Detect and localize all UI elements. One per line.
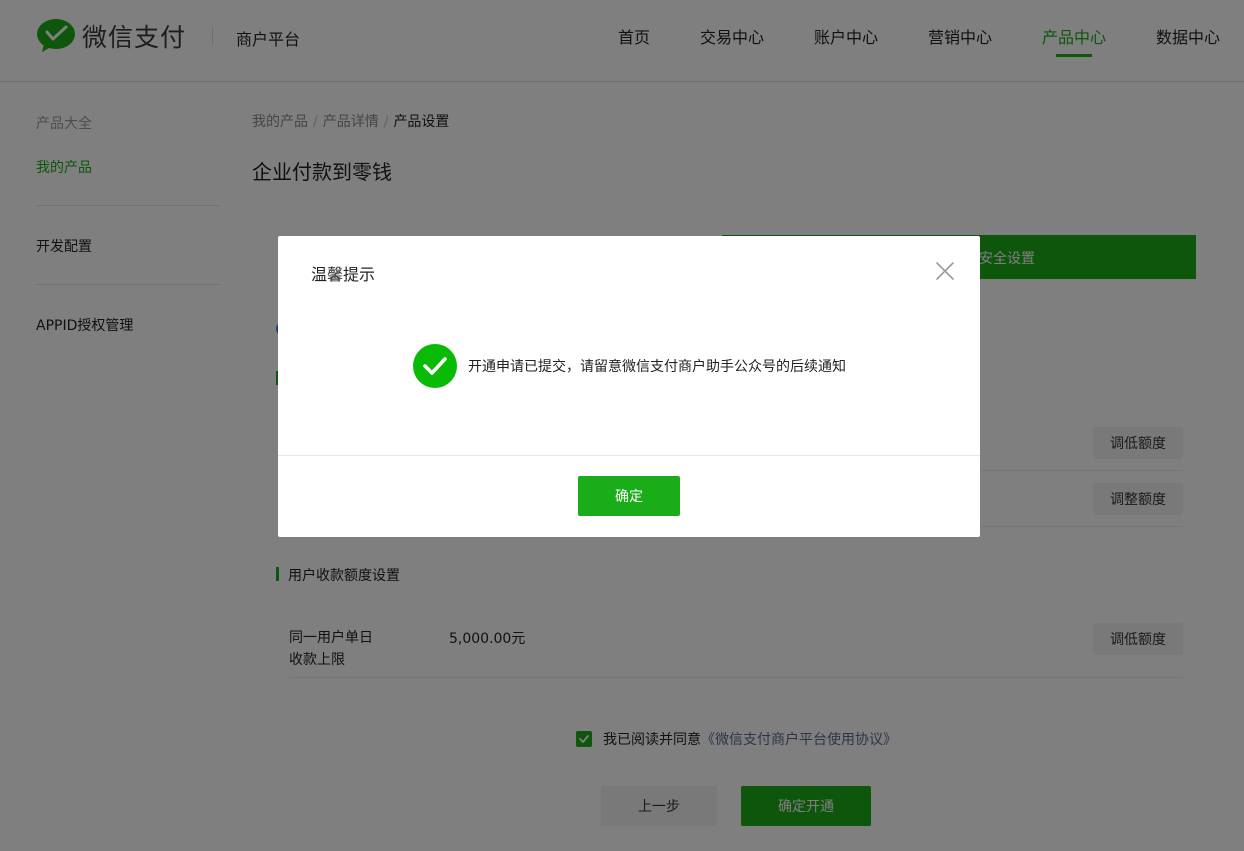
dialog-title: 温馨提示 [311, 265, 376, 284]
dialog-divider [278, 455, 980, 456]
success-check-icon [413, 344, 457, 388]
dialog-ok-button[interactable]: 确定 [578, 476, 680, 516]
dialog-message: 开通申请已提交，请留意微信支付商户助手公众号的后续通知 [468, 359, 846, 375]
dialog-body: 开通申请已提交，请留意微信支付商户助手公众号的后续通知 [413, 344, 846, 388]
close-icon[interactable] [934, 260, 956, 282]
tip-dialog: 温馨提示 开通申请已提交，请留意微信支付商户助手公众号的后续通知 确定 [278, 236, 980, 537]
